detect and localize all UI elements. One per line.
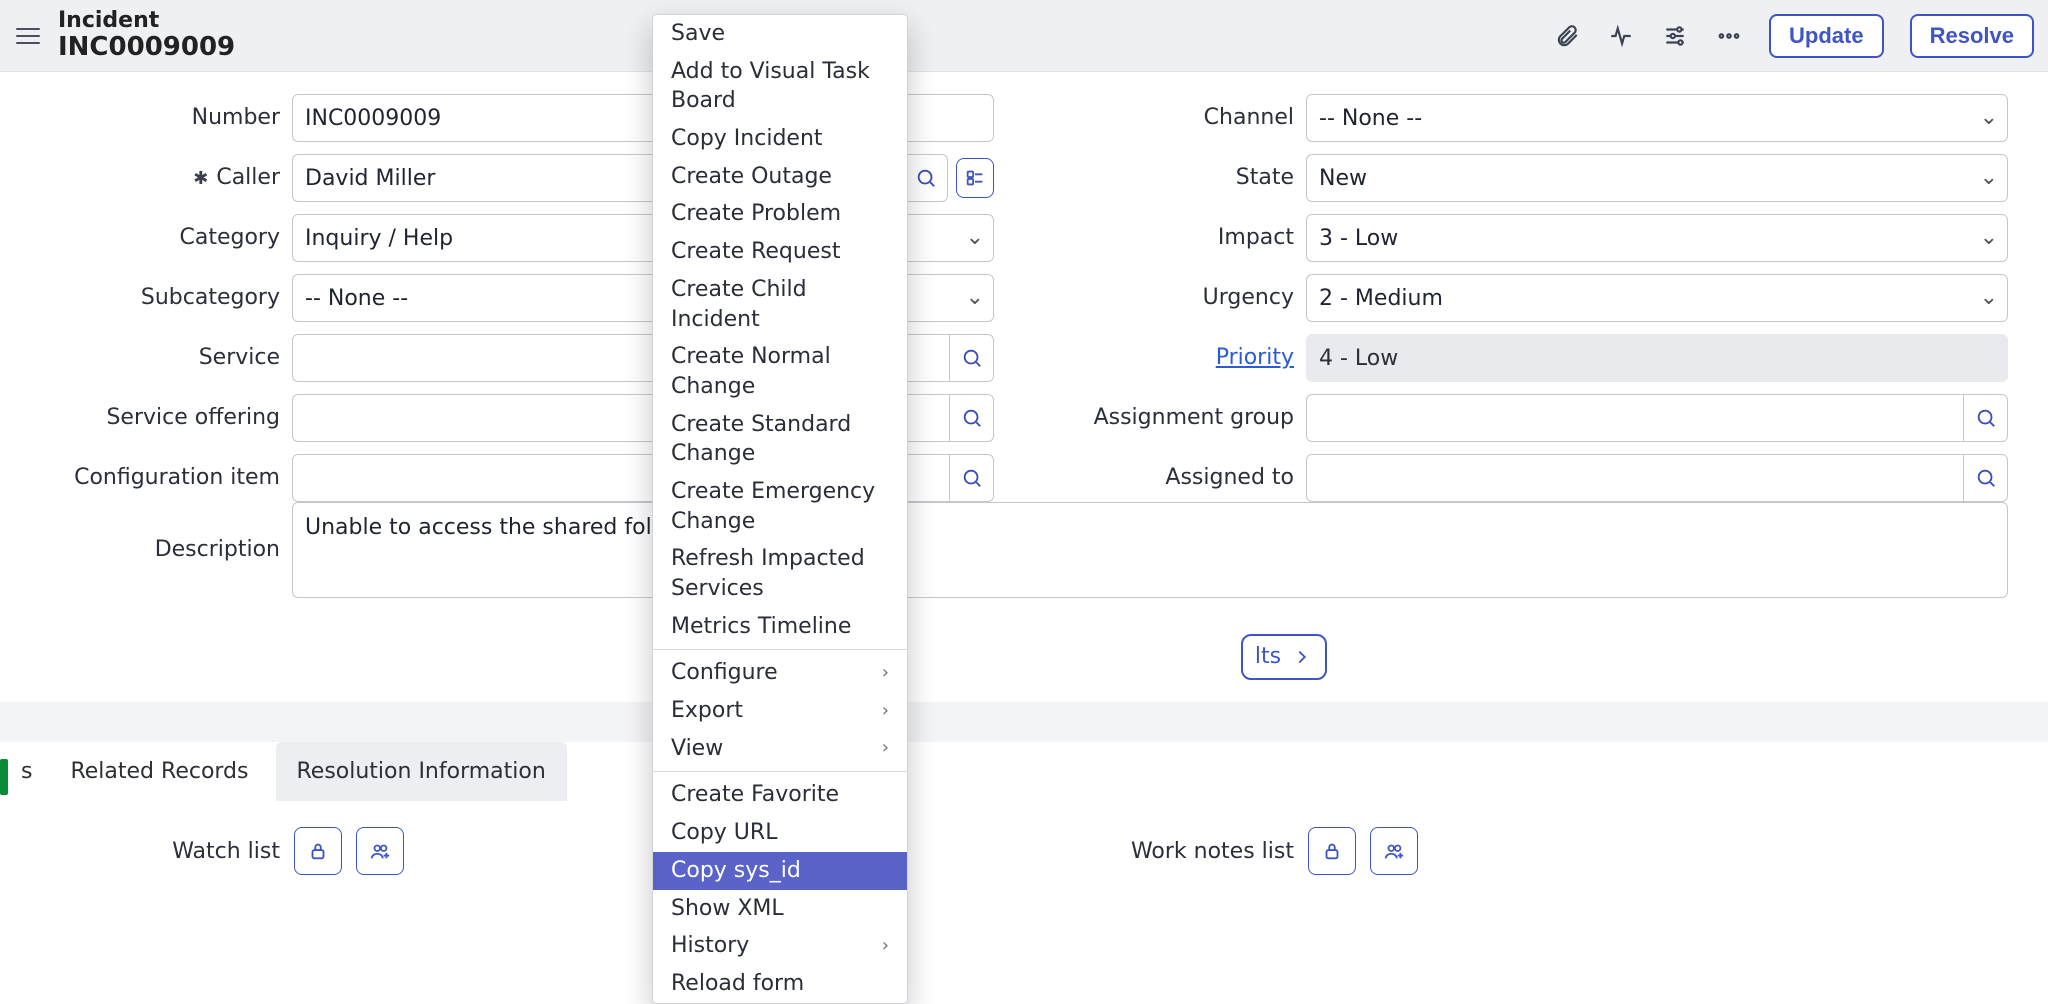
menu-reload-form[interactable]: Reload form — [653, 965, 907, 1003]
menu-history[interactable]: History› — [653, 927, 907, 965]
chevron-right-icon: › — [882, 661, 889, 685]
menu-save[interactable]: Save — [653, 15, 907, 53]
watch-list-add-group-icon[interactable] — [356, 827, 404, 875]
priority-label[interactable]: Priority — [1054, 343, 1294, 373]
menu-copy-sys-id[interactable]: Copy sys_id — [653, 852, 907, 890]
assigned-to-input[interactable] — [1306, 454, 1963, 502]
menu-create-request[interactable]: Create Request — [653, 233, 907, 271]
watch-list-label: Watch list — [40, 837, 280, 867]
work-notes-list-row: Work notes list — [1054, 827, 2008, 875]
subcategory-label: Subcategory — [40, 283, 280, 313]
menu-separator — [653, 771, 907, 772]
work-notes-add-group-icon[interactable] — [1370, 827, 1418, 875]
menu-view[interactable]: View› — [653, 730, 907, 768]
menu-create-problem[interactable]: Create Problem — [653, 195, 907, 233]
description-label: Description — [40, 535, 280, 565]
menu-configure[interactable]: Configure› — [653, 654, 907, 692]
more-actions-icon[interactable] — [1715, 22, 1743, 50]
tab-stub[interactable]: s — [14, 742, 43, 802]
menu-copy-url[interactable]: Copy URL — [653, 814, 907, 852]
results-pill[interactable]: lts — [1241, 634, 1327, 680]
menu-create-favorite[interactable]: Create Favorite — [653, 776, 907, 814]
record-type-label: Incident — [58, 8, 235, 33]
assignment-group-label: Assignment group — [1054, 403, 1294, 433]
form-right-column: Channel ⌄ State ⌄ Impact — [1054, 94, 2008, 502]
chevron-right-icon: › — [882, 934, 889, 958]
caller-preview-icon[interactable] — [956, 158, 994, 198]
chevron-right-icon: › — [882, 699, 889, 723]
menu-separator — [653, 649, 907, 650]
chevron-right-icon: › — [882, 736, 889, 760]
impact-select[interactable] — [1306, 214, 2008, 262]
results-pill-label: lts — [1255, 642, 1281, 672]
priority-value — [1306, 334, 2008, 382]
service-offering-label: Service offering — [40, 403, 280, 433]
record-title: Incident INC0009009 — [58, 8, 235, 63]
assignment-group-lookup-icon[interactable] — [1963, 394, 2008, 442]
caller-label: Caller — [40, 163, 280, 193]
configuration-item-label: Configuration item — [40, 463, 280, 493]
attachment-icon[interactable] — [1553, 22, 1581, 50]
record-number-label: INC0009009 — [58, 33, 235, 63]
menu-create-child-incident[interactable]: Create Child Incident — [653, 271, 907, 338]
work-notes-list-label: Work notes list — [1054, 837, 1294, 867]
tab-resolution-information[interactable]: Resolution Information — [276, 742, 567, 802]
section-band — [0, 702, 2048, 742]
caller-lookup-icon[interactable] — [904, 154, 949, 202]
description-textarea[interactable] — [292, 502, 2008, 598]
menu-toggle-icon[interactable] — [14, 22, 42, 50]
urgency-label: Urgency — [1054, 283, 1294, 313]
assigned-to-lookup-icon[interactable] — [1963, 454, 2008, 502]
menu-copy-incident[interactable]: Copy Incident — [653, 120, 907, 158]
active-tab-indicator — [0, 759, 8, 795]
work-notes-lock-icon[interactable] — [1308, 827, 1356, 875]
urgency-select[interactable] — [1306, 274, 2008, 322]
menu-add-visual-task-board[interactable]: Add to Visual Task Board — [653, 53, 907, 120]
context-menu: Save Add to Visual Task Board Copy Incid… — [652, 14, 908, 1004]
settings-sliders-icon[interactable] — [1661, 22, 1689, 50]
category-label: Category — [40, 223, 280, 253]
assigned-to-label: Assigned to — [1054, 463, 1294, 493]
channel-label: Channel — [1054, 103, 1294, 133]
activity-icon[interactable] — [1607, 22, 1635, 50]
menu-create-standard-change[interactable]: Create Standard Change — [653, 406, 907, 473]
update-button[interactable]: Update — [1769, 14, 1884, 58]
menu-create-normal-change[interactable]: Create Normal Change — [653, 338, 907, 405]
record-header: Incident INC0009009 Update Resolve — [0, 0, 2048, 72]
header-icon-group — [1553, 22, 1743, 50]
menu-create-emergency-change[interactable]: Create Emergency Change — [653, 473, 907, 540]
tab-related-records[interactable]: Related Records — [49, 742, 269, 802]
menu-refresh-impacted-services[interactable]: Refresh Impacted Services — [653, 540, 907, 607]
impact-label: Impact — [1054, 223, 1294, 253]
watch-list-lock-icon[interactable] — [294, 827, 342, 875]
resolve-button[interactable]: Resolve — [1910, 14, 2034, 58]
menu-create-outage[interactable]: Create Outage — [653, 158, 907, 196]
assignment-group-input[interactable] — [1306, 394, 1963, 442]
menu-show-xml[interactable]: Show XML — [653, 890, 907, 928]
service-lookup-icon[interactable] — [949, 334, 994, 382]
state-label: State — [1054, 163, 1294, 193]
state-select[interactable] — [1306, 154, 2008, 202]
service-label: Service — [40, 343, 280, 373]
number-label: Number — [40, 103, 280, 133]
channel-select[interactable] — [1306, 94, 2008, 142]
service-offering-lookup-icon[interactable] — [949, 394, 994, 442]
menu-metrics-timeline[interactable]: Metrics Timeline — [653, 608, 907, 646]
chevron-right-icon — [1291, 646, 1313, 668]
configuration-item-lookup-icon[interactable] — [949, 454, 994, 502]
menu-export[interactable]: Export› — [653, 692, 907, 730]
